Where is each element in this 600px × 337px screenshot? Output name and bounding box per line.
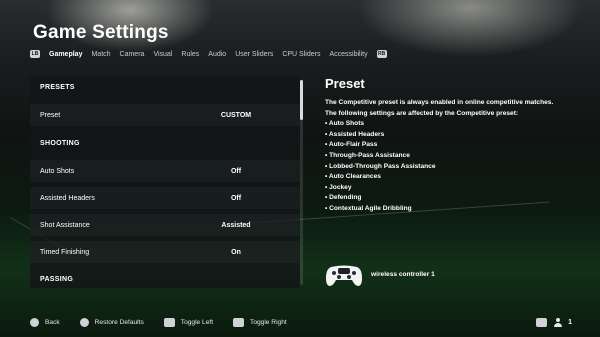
tab-visual[interactable]: Visual bbox=[153, 51, 172, 58]
a-button-icon bbox=[79, 318, 89, 327]
b-button-icon bbox=[30, 318, 39, 327]
detail-title: Preset bbox=[325, 76, 365, 91]
setting-row-preset[interactable]: Preset CUSTOM bbox=[30, 104, 300, 126]
detail-bullet: • Auto Shots bbox=[325, 120, 365, 128]
tab-match[interactable]: Match bbox=[91, 51, 110, 58]
setting-row-assisted-headers[interactable]: Assisted Headers Off bbox=[30, 187, 300, 209]
settings-list: PRESETS Preset CUSTOM SHOOTING Auto Shot… bbox=[30, 76, 300, 288]
detail-description: The Competitive preset is always enabled… bbox=[325, 98, 585, 215]
detail-bullet: • Lobbed-Through Pass Assistance bbox=[325, 162, 436, 170]
player-indicator: 1 bbox=[536, 318, 572, 327]
detail-bullet: • Jockey bbox=[325, 183, 352, 191]
scrollbar-thumb[interactable] bbox=[300, 80, 303, 120]
controller-icon bbox=[326, 265, 362, 286]
section-header-shooting: SHOOTING bbox=[30, 132, 300, 154]
setting-label: Timed Finishing bbox=[40, 248, 90, 256]
section-label: SHOOTING bbox=[40, 139, 80, 147]
section-header-passing: PASSING bbox=[30, 268, 300, 290]
detail-bullet: • Assisted Headers bbox=[325, 130, 385, 138]
rb-button-icon[interactable]: RB bbox=[376, 50, 387, 58]
player-count: 1 bbox=[568, 319, 572, 326]
tab-cpu-sliders[interactable]: CPU Sliders bbox=[282, 51, 320, 58]
detail-bullet: • Auto-Flair Pass bbox=[325, 141, 378, 149]
tab-bar: LB Gameplay Match Camera Visual Rules Au… bbox=[30, 50, 387, 58]
setting-value[interactable]: Assisted bbox=[206, 222, 266, 229]
user-icon bbox=[553, 318, 562, 327]
detail-line: The following settings are affected by t… bbox=[325, 109, 519, 117]
tab-user-sliders[interactable]: User Sliders bbox=[235, 51, 273, 58]
section-label: PASSING bbox=[40, 275, 74, 283]
setting-label: Auto Shots bbox=[40, 167, 75, 175]
tab-rules[interactable]: Rules bbox=[181, 51, 199, 58]
back-hint[interactable]: Back bbox=[45, 319, 60, 326]
gamepad-icon bbox=[536, 318, 548, 327]
lb-button-icon[interactable]: LB bbox=[30, 50, 40, 58]
controller-label: wireless controller 1 bbox=[371, 271, 435, 278]
tab-gameplay[interactable]: Gameplay bbox=[49, 51, 82, 58]
setting-value[interactable]: On bbox=[206, 249, 266, 256]
detail-line: The Competitive preset is always enabled… bbox=[325, 99, 554, 106]
toggle-right-hint[interactable]: Toggle Right bbox=[250, 319, 287, 326]
page-title: Game Settings bbox=[33, 22, 169, 43]
setting-label: Preset bbox=[40, 111, 61, 119]
setting-row-timed-finishing[interactable]: Timed Finishing On bbox=[30, 241, 300, 263]
toggle-left-hint[interactable]: Toggle Left bbox=[181, 319, 213, 326]
setting-value[interactable]: Off bbox=[206, 168, 266, 175]
setting-label: Shot Assistance bbox=[40, 221, 90, 229]
section-header-presets: PRESETS bbox=[30, 76, 300, 98]
section-label: PRESETS bbox=[40, 83, 75, 91]
setting-row-auto-shots[interactable]: Auto Shots Off bbox=[30, 160, 300, 182]
detail-bullet: • Defending bbox=[325, 194, 362, 202]
footer-hints: Back Restore Defaults Toggle Left Toggle… bbox=[30, 318, 287, 327]
detail-bullet: • Through-Pass Assistance bbox=[325, 151, 410, 159]
lt-button-icon bbox=[163, 318, 175, 327]
detail-bullet: • Auto Clearances bbox=[325, 173, 381, 181]
tab-camera[interactable]: Camera bbox=[120, 51, 145, 58]
setting-label: Assisted Headers bbox=[40, 194, 95, 202]
tab-accessibility[interactable]: Accessibility bbox=[329, 51, 367, 58]
setting-value[interactable]: Off bbox=[206, 195, 266, 202]
detail-bullet: • Contextual Agile Dribbling bbox=[325, 204, 412, 212]
rt-button-icon bbox=[233, 318, 245, 327]
tab-audio[interactable]: Audio bbox=[208, 51, 226, 58]
setting-value[interactable]: CUSTOM bbox=[206, 112, 266, 119]
setting-row-shot-assistance[interactable]: Shot Assistance Assisted bbox=[30, 214, 300, 236]
restore-defaults-hint[interactable]: Restore Defaults bbox=[95, 319, 144, 326]
